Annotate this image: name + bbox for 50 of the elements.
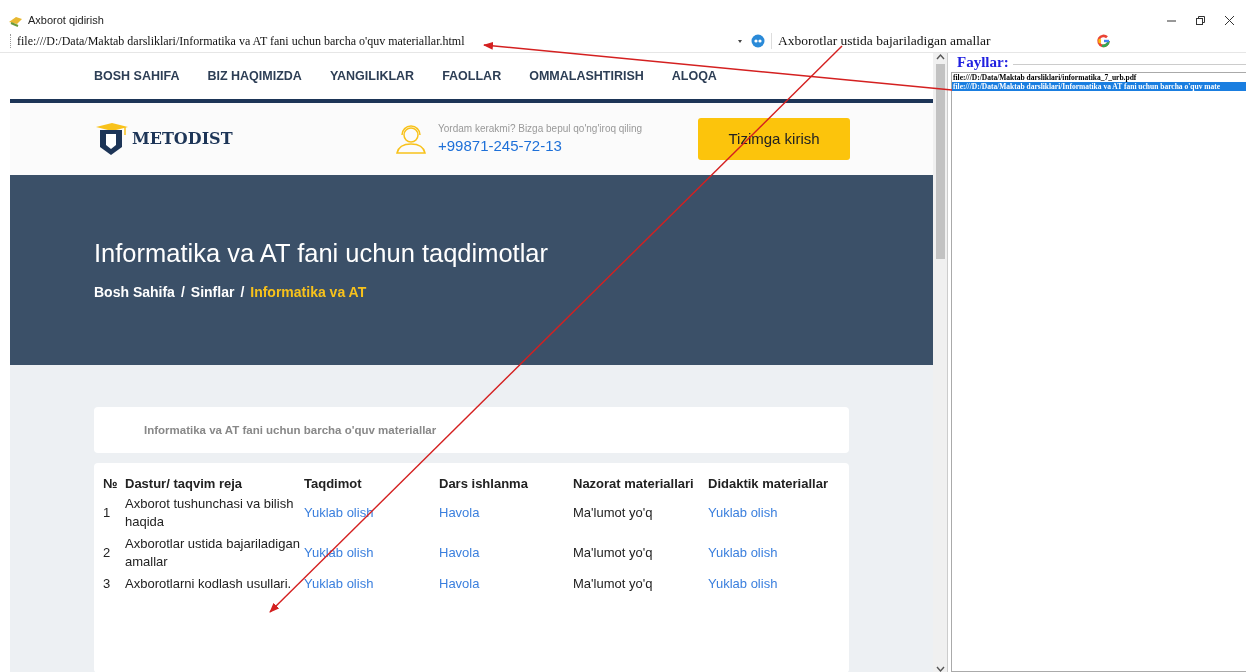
table-link[interactable]: Yuklab olish [708, 544, 838, 562]
nav-link[interactable]: OMMALASHTIRISH [529, 68, 644, 83]
table-cell-text: Ma'lumot yo'q [573, 504, 654, 522]
table-cell-text: Ma'lumot yo'q [573, 575, 654, 593]
table-link[interactable]: Yuklab olish [304, 575, 439, 593]
table-cell-text: 3 [103, 575, 112, 593]
page-title: Informatika va AT fani uchun taqdimotlar [94, 239, 549, 268]
scroll-down-icon[interactable] [935, 664, 945, 672]
table-cell-text: Axborotlar ustida bajariladigan amallar [125, 535, 301, 571]
card-title: Informatika va AT fani uchun barcha o'quv materiallar [144, 424, 437, 436]
google-icon[interactable] [1096, 33, 1112, 49]
breadcrumb-separator: / [240, 284, 245, 301]
table-link[interactable]: Havola [439, 544, 573, 562]
table-cell-text: 1 [103, 504, 112, 522]
caret-icon[interactable] [737, 38, 743, 44]
table-link[interactable]: Havola [439, 504, 573, 522]
column-header: Dastur/ taqvim reja [125, 475, 244, 491]
nav-link[interactable]: FAOLLAR [442, 68, 502, 83]
phone-link[interactable]: +99871-245-72-13 [438, 137, 643, 155]
nav-link[interactable]: YANGILIKLAR [329, 68, 415, 83]
help-text: Yordam kerakmi? Bizga bepul qo'ng'iroq qiling [438, 123, 643, 135]
table-cell-text: 2 [103, 544, 112, 562]
breadcrumb-link[interactable]: Sinflar [190, 284, 235, 301]
support-agent-icon [394, 122, 428, 155]
breadcrumb-link[interactable]: Bosh Sahifa [94, 284, 175, 301]
url-field[interactable]: file:///D:/Data/Maktab darsliklari/Informatika va AT fani uchun barcha o'quv materiallar.html [17, 33, 737, 49]
column-header: Nazorat materiallari [573, 475, 695, 491]
scrollbar-thumb[interactable] [935, 64, 945, 259]
close-icon[interactable] [1224, 14, 1235, 26]
table-cell-text: Axborotlarni kodlash usullari. [125, 575, 293, 593]
scroll-up-icon[interactable] [935, 53, 945, 62]
restore-icon[interactable] [1195, 14, 1206, 26]
table-link[interactable]: Yuklab olish [708, 575, 838, 593]
logo-text[interactable]: METODIST [132, 129, 233, 149]
table-cell-text: Ma'lumot yo'q [573, 544, 654, 562]
column-header: Dars ishlanma [439, 475, 529, 491]
table-link[interactable]: Yuklab olish [708, 504, 838, 522]
nav-link[interactable]: BOSH SAHIFA [94, 68, 180, 83]
go-icon[interactable] [751, 34, 765, 48]
files-heading: Fayllar: [957, 54, 1009, 71]
window-title: Axborot qidirish [28, 14, 104, 26]
table-link[interactable]: Havola [439, 575, 573, 593]
nav-link[interactable]: ALOQA [671, 68, 717, 83]
nav-link[interactable]: BIZ HAQIMIZDA [207, 68, 302, 83]
column-header: Didaktik materiallar [708, 475, 829, 491]
column-header: Taqdimot [304, 475, 363, 491]
table-cell-text: Axborot tushunchasi va bilish haqida [125, 495, 295, 531]
column-header: № [103, 475, 119, 491]
breadcrumb-separator: / [180, 284, 185, 301]
table-link[interactable]: Yuklab olish [304, 504, 439, 522]
